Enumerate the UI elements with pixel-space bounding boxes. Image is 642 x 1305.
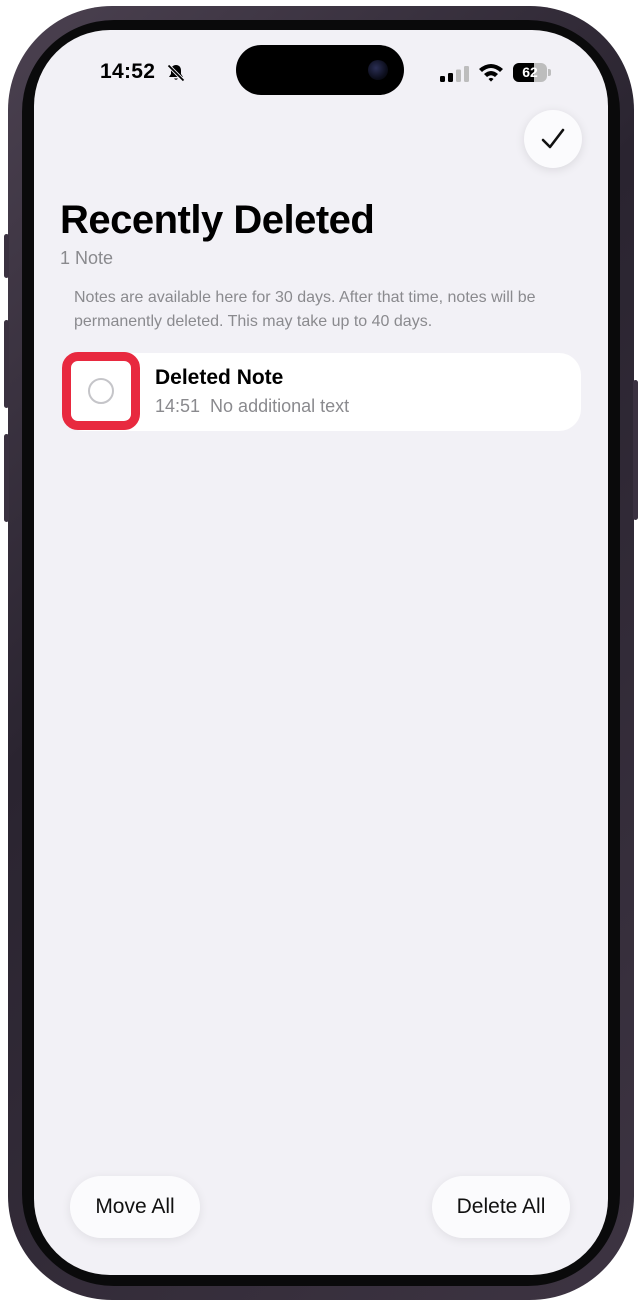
- note-select-circle[interactable]: [88, 378, 114, 404]
- wifi-icon: [479, 64, 503, 82]
- power-side-button: [633, 380, 638, 520]
- status-time: 14:52: [100, 60, 156, 83]
- note-preview: No additional text: [210, 396, 350, 416]
- move-all-button[interactable]: Move All: [70, 1176, 200, 1238]
- checkmark-icon: [541, 128, 565, 149]
- done-button[interactable]: [524, 110, 582, 168]
- note-count: 1 Note: [60, 248, 114, 268]
- bell-slash-icon: [167, 64, 185, 82]
- battery-percent: 62: [522, 64, 538, 80]
- camera-lens: [368, 60, 388, 80]
- action-side-button: [4, 234, 9, 278]
- battery-cap: [548, 69, 551, 76]
- note-title: Deleted Note: [155, 366, 284, 389]
- note-meta: 14:51 No additional text: [155, 396, 349, 417]
- retention-info-text: Notes are available here for 30 days. Af…: [74, 289, 536, 330]
- battery-icon: 62: [513, 63, 551, 82]
- page-title: Recently Deleted: [60, 198, 375, 242]
- battery-body: 62: [513, 63, 547, 82]
- dynamic-island: [236, 45, 404, 95]
- screen: 14:52 62 Recently Deleted 1 Note Notes a…: [34, 30, 608, 1275]
- delete-all-button[interactable]: Delete All: [432, 1176, 570, 1238]
- volume-down-side-button: [4, 434, 9, 522]
- cellular-signal-icon: [440, 66, 469, 82]
- volume-up-side-button: [4, 320, 9, 408]
- note-time: 14:51: [155, 396, 201, 416]
- status-bar: 14:52 62: [34, 30, 608, 120]
